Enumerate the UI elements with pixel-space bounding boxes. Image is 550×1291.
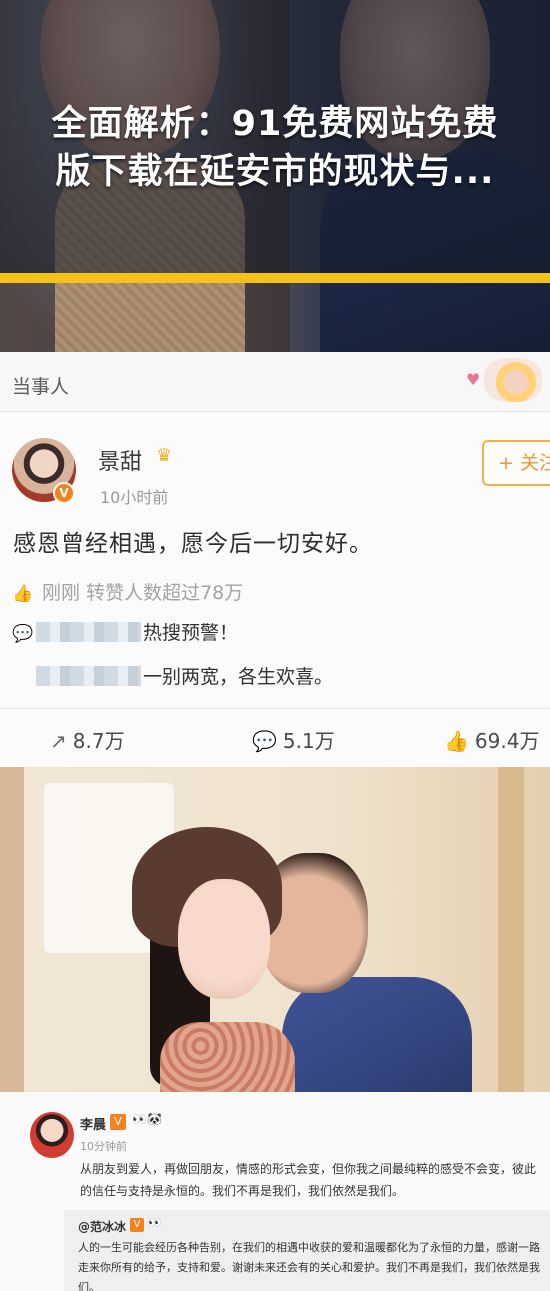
- emoji-icon: 👀🐼: [132, 1112, 162, 1126]
- repost-button[interactable]: ↗ 8.7万: [50, 725, 125, 754]
- repost-body: 从朋友到爱人，再做回朋友，情感的形式会变，但你我之间最纯粹的感受不会变，彼此的信…: [80, 1162, 537, 1198]
- blurred-username: [36, 666, 141, 686]
- action-bar: ↗ 8.7万 💬 5.1万 👍 69.4万: [0, 708, 550, 764]
- quoted-author-name[interactable]: @范冰冰: [78, 1218, 126, 1235]
- photo-woman-dress: [160, 1022, 295, 1092]
- repost-timestamp: 10分钟前: [80, 1140, 127, 1153]
- article-title-line-2: 版下载在延安市的现状与...: [55, 152, 495, 192]
- section-title: 当事人: [12, 376, 70, 398]
- photo-door-frame: [0, 767, 24, 1092]
- section-header: 当事人 ♥: [0, 352, 550, 412]
- verified-badge-icon: V: [110, 1114, 126, 1130]
- thumb-up-icon: 👍: [12, 584, 34, 604]
- verified-badge-icon: V: [130, 1218, 144, 1232]
- blurred-username: [36, 622, 141, 642]
- avatar[interactable]: [30, 1112, 74, 1158]
- comment-count: 5.1万: [282, 729, 335, 753]
- comment-icon: 💬: [12, 624, 34, 644]
- repost-screenshot: 李晨 V 👀🐼 10分钟前 从朋友到爱人，再做回朋友，情感的形式会变，但你我之间…: [0, 1092, 550, 1291]
- quoted-body: 人的一生可能会经历各种告别，在我们的相遇中收获的爱和温暖都化为了永恒的力量，感谢…: [78, 1241, 540, 1291]
- photo-man-shirt: [282, 977, 472, 1092]
- weibo-post-card: 当事人 ♥ V 景甜 ♛ 10小时前 + 关注 感恩曾经相遇，愿今后一切安好。 …: [0, 352, 550, 767]
- post-author-name[interactable]: 景甜: [98, 444, 142, 476]
- emoji-icon: 👀: [148, 1216, 162, 1229]
- comment-preview[interactable]: 一别两宽，各生欢喜。: [12, 662, 333, 689]
- verified-badge-icon: V: [53, 482, 75, 504]
- article-title-line-1: 全面解析：91免费网站免费: [51, 104, 499, 144]
- follow-button[interactable]: + 关注: [482, 440, 550, 486]
- crown-icon: ♛: [156, 445, 173, 466]
- post-body: 感恩曾经相遇，愿今后一切安好。: [13, 531, 373, 557]
- thumb-up-icon: 👍: [444, 729, 469, 753]
- like-count: 69.4万: [474, 729, 540, 753]
- couple-photo: [0, 767, 550, 1092]
- hero-banner: 全面解析：91免费网站免费 版下载在延安市的现状与...: [0, 0, 550, 352]
- heart-icon: ♥: [466, 370, 481, 389]
- photo-door-frame: [498, 767, 524, 1092]
- repost-author-name[interactable]: 李晨: [80, 1114, 106, 1133]
- repost-count: 8.7万: [72, 729, 125, 753]
- comment-button[interactable]: 💬 5.1万: [252, 725, 335, 754]
- comment-icon: 💬: [252, 729, 277, 753]
- like-button[interactable]: 👍 69.4万: [444, 725, 539, 754]
- sticker-avatar: [484, 358, 542, 402]
- repost-icon: ↗: [50, 729, 67, 753]
- trending-note: 👍 刚刚 转赞人数超过78万: [12, 578, 243, 605]
- photo-woman: [178, 879, 270, 999]
- trending-note-text: 刚刚 转赞人数超过78万: [42, 582, 244, 604]
- yellow-divider: [0, 273, 550, 283]
- comment-preview[interactable]: 💬 热搜预警！: [12, 618, 238, 645]
- article-title: 全面解析：91免费网站免费 版下载在延安市的现状与...: [12, 100, 538, 196]
- comment-preview-text: 热搜预警！: [143, 622, 239, 644]
- post-timestamp: 10小时前: [100, 488, 169, 507]
- comment-preview-text: 一别两宽，各生欢喜。: [143, 666, 334, 688]
